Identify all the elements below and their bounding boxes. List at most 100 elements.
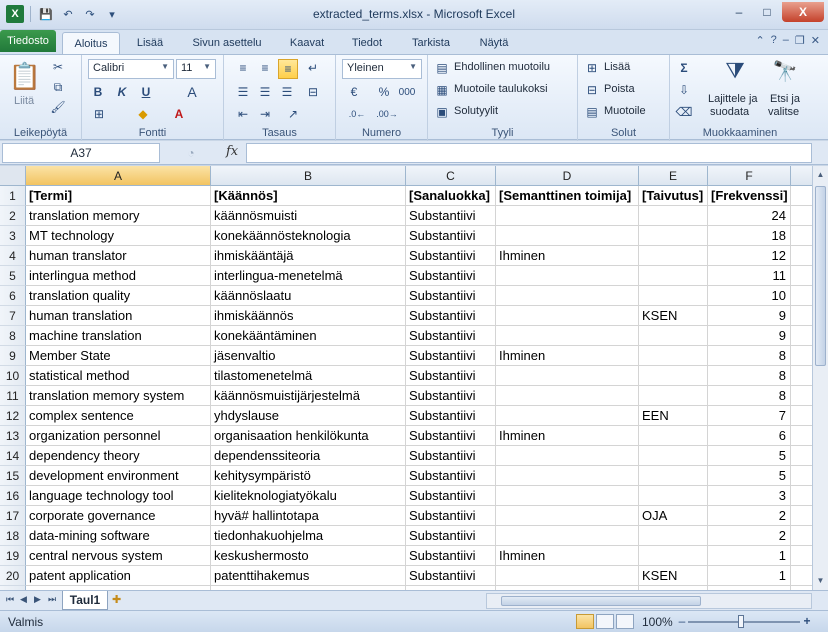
cell-d[interactable] xyxy=(496,406,639,426)
autosum-button[interactable]: Σ xyxy=(676,59,692,77)
row-header[interactable]: 17 xyxy=(0,506,26,526)
delete-cells-button[interactable]: Poista xyxy=(604,83,635,95)
cell-d[interactable] xyxy=(496,486,639,506)
zoom-out-button[interactable]: – xyxy=(676,614,688,628)
formula-input[interactable] xyxy=(246,143,812,163)
cell-g[interactable] xyxy=(791,426,812,446)
cell-b[interactable]: jäsenvaltio xyxy=(211,346,406,366)
row-header[interactable]: 6 xyxy=(0,286,26,306)
cell-c[interactable]: Substantiivi xyxy=(406,306,496,326)
row-header[interactable]: 13 xyxy=(0,426,26,446)
cell-c[interactable]: Substantiivi xyxy=(406,206,496,226)
insert-cells-button[interactable]: Lisää xyxy=(604,61,630,73)
cell-c[interactable]: Substantiivi xyxy=(406,226,496,246)
font-grow-icon[interactable]: A xyxy=(182,83,202,101)
increase-indent-icon[interactable]: ⇥ xyxy=(256,105,274,123)
cell-f[interactable]: 9 xyxy=(708,306,791,326)
scroll-up-icon[interactable]: ▲ xyxy=(813,166,828,182)
orientation-icon[interactable]: ↗ xyxy=(284,105,302,123)
cell-b[interactable]: yhdyslause xyxy=(211,406,406,426)
clear-icon[interactable]: ⌫ xyxy=(676,103,693,121)
conditional-format-icon[interactable]: ▤ xyxy=(434,59,450,77)
cell-c[interactable]: Substantiivi xyxy=(406,486,496,506)
zoom-slider-handle[interactable] xyxy=(738,615,744,628)
cell-f[interactable]: 5 xyxy=(708,466,791,486)
cell-g[interactable] xyxy=(791,226,812,246)
cell-a[interactable]: organization personnel xyxy=(26,426,211,446)
horizontal-scrollbar[interactable] xyxy=(486,593,812,609)
cell-a[interactable]: patent application xyxy=(26,566,211,586)
cell-a[interactable]: corporate governance xyxy=(26,506,211,526)
cell-f[interactable]: 8 xyxy=(708,366,791,386)
cell-c[interactable]: Substantiivi xyxy=(406,366,496,386)
find-select-label-1[interactable]: Etsi ja xyxy=(770,93,800,105)
cell-b[interactable]: tilastomenetelmä xyxy=(211,366,406,386)
cell-g[interactable] xyxy=(791,206,812,226)
cell-e[interactable] xyxy=(639,466,708,486)
vertical-scroll-thumb[interactable] xyxy=(815,186,826,366)
cell-a[interactable]: [Termi] xyxy=(26,186,211,206)
row-header[interactable]: 16 xyxy=(0,486,26,506)
cell-a[interactable]: human translation xyxy=(26,306,211,326)
cell-f[interactable]: 11 xyxy=(708,266,791,286)
cell-d[interactable] xyxy=(496,466,639,486)
cell-e[interactable]: EEN xyxy=(639,406,708,426)
row-header[interactable]: 10 xyxy=(0,366,26,386)
cell-b[interactable]: käännösmuistijärjestelmä xyxy=(211,386,406,406)
column-header-d[interactable]: D xyxy=(496,166,639,186)
cell-f[interactable]: 1 xyxy=(708,566,791,586)
cell-e[interactable] xyxy=(639,346,708,366)
cell-f[interactable]: [Frekvenssi] xyxy=(708,186,791,206)
cell-c[interactable]: Substantiivi xyxy=(406,406,496,426)
cell-a[interactable]: translation memory xyxy=(26,206,211,226)
zoom-level[interactable]: 100% xyxy=(642,615,673,629)
tab-review[interactable]: Tarkista xyxy=(400,32,462,54)
insert-cells-icon[interactable]: ⊞ xyxy=(584,59,600,77)
cell-g[interactable] xyxy=(791,566,812,586)
increase-decimal-icon[interactable]: .0← xyxy=(346,105,368,123)
cell-d[interactable] xyxy=(496,506,639,526)
cell-d[interactable] xyxy=(496,266,639,286)
sort-filter-label-2[interactable]: suodata xyxy=(710,106,749,118)
row-header[interactable]: 7 xyxy=(0,306,26,326)
normal-view-button[interactable] xyxy=(576,614,594,629)
save-icon[interactable]: 💾 xyxy=(37,5,55,23)
cell-b[interactable]: käännösmuisti xyxy=(211,206,406,226)
cell-b[interactable]: dependenssiteoria xyxy=(211,446,406,466)
cell-e[interactable] xyxy=(639,246,708,266)
cell-g[interactable] xyxy=(791,386,812,406)
cell-f[interactable]: 24 xyxy=(708,206,791,226)
cell-d[interactable] xyxy=(496,226,639,246)
cell-b[interactable]: kieliteknologiatyökalu xyxy=(211,486,406,506)
sheet-tab-taul1[interactable]: Taul1 xyxy=(62,591,108,610)
row-header[interactable]: 1 xyxy=(0,186,26,206)
cell-c[interactable]: Substantiivi xyxy=(406,466,496,486)
excel-app-icon[interactable]: X xyxy=(6,5,24,23)
font-name-select[interactable]: Calibri ▼ xyxy=(88,59,174,79)
cell-a[interactable]: translation quality xyxy=(26,286,211,306)
cell-c[interactable]: [Sanaluokka] xyxy=(406,186,496,206)
align-top-icon[interactable]: ≡ xyxy=(234,59,252,77)
cell-a[interactable]: development environment xyxy=(26,466,211,486)
cell-c[interactable]: Substantiivi xyxy=(406,386,496,406)
cell-f[interactable]: 1 xyxy=(708,546,791,566)
row-header[interactable]: 19 xyxy=(0,546,26,566)
thousands-separator-button[interactable]: 000 xyxy=(396,83,418,101)
cell-c[interactable]: Substantiivi xyxy=(406,326,496,346)
cell-e[interactable] xyxy=(639,226,708,246)
cell-e[interactable]: KSEN xyxy=(639,306,708,326)
cell-d[interactable] xyxy=(496,206,639,226)
vertical-scrollbar[interactable]: ▲ ▼ xyxy=(812,166,828,590)
cell-a[interactable]: language technology tool xyxy=(26,486,211,506)
fill-color-icon[interactable]: ◆ xyxy=(134,105,152,123)
row-header[interactable]: 15 xyxy=(0,466,26,486)
cell-f[interactable]: 2 xyxy=(708,526,791,546)
cut-icon[interactable]: ✂ xyxy=(50,59,66,75)
select-all-corner[interactable] xyxy=(0,166,26,186)
cell-b[interactable]: interlingua-menetelmä xyxy=(211,266,406,286)
formula-bar-expand-icon[interactable]: ◔ xyxy=(180,144,202,162)
cell-e[interactable] xyxy=(639,546,708,566)
cell-g[interactable] xyxy=(791,266,812,286)
last-sheet-icon[interactable]: ⏭ xyxy=(48,594,56,605)
cell-g[interactable] xyxy=(791,186,812,206)
